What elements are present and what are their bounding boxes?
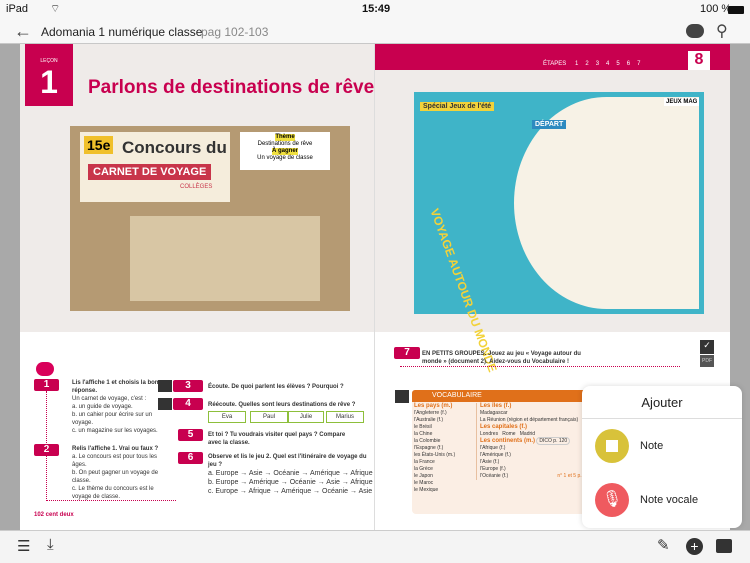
cloud-download-icon[interactable] [686,24,704,38]
exercise-3: Écoute. De quoi parlent les élèves ? Pou… [208,384,344,390]
poster-line1: Concours du [122,138,227,157]
clock: 15:49 [362,3,391,15]
exercise-7: EN PETITS GROUPES. Jouez au jeu « Voyage… [422,351,581,365]
lesson-number: 1 [40,64,58,100]
page-range: pag 102-103 [201,25,269,39]
exercise-number: 1 [34,379,59,391]
poster-line3: COLLÈGES [180,184,213,190]
microphone-icon: 🎙︎ [595,483,629,517]
exercise-4: Réécoute. Quelles sont leurs destination… [208,402,356,408]
pdf-icon[interactable]: PDF [700,355,714,367]
etapes-label: ÉTAPES [543,61,567,67]
name-tag: Marius [326,411,364,423]
search-icon[interactable]: ⚲ [716,21,728,41]
exercise-number: 6 [178,452,203,464]
exercise-5: Et toi ? Tu voudrais visiter quel pays ?… [208,432,346,446]
exercise-6: Observe et lis le jeu 2. Quel est l'itin… [208,454,373,495]
add-voice-note-button[interactable]: 🎙︎ Note vocale [582,481,742,521]
vocab-header: VOCABULAIRE [412,390,592,402]
exercise-number: 4 [173,398,203,410]
divider [582,418,742,419]
game-board[interactable]: Spécial Jeux de l'été JEUX MAG VOYAGE AU… [414,92,704,374]
vocab-right: Les îles (f.) Madagascar La Réunion (régi… [476,403,591,480]
dotted-guide [400,366,680,367]
voice-note-label: Note vocale [640,494,699,506]
lesson-badge: LEÇON 1 [25,44,73,106]
exercise-number: 3 [173,380,203,392]
download-icon[interactable]: ⤓ [47,536,54,553]
wifi-icon: ⌔ [50,3,61,15]
add-popover: Ajouter Note 🎙︎ Note vocale [582,386,742,528]
vocab-pays: Les pays (m.) l'Angleterre (f.) l'Austral… [414,403,456,493]
name-tag: Julie [288,411,324,423]
page-gutter [374,44,375,530]
pencil-icon[interactable]: ✎ [657,536,670,554]
top-toolbar: ← Adomania 1 numérique classe pag 102-10… [0,20,750,44]
audio-icon[interactable] [395,390,409,403]
note-icon [595,429,629,463]
exercise-number: 7 [394,347,420,359]
poster-sketches [130,216,320,301]
mascot-icon [36,362,54,376]
add-icon[interactable]: + [686,538,703,555]
note-label: Note [640,440,664,452]
audio-icon[interactable] [158,398,172,410]
etapes-list: 1234567 [575,61,648,67]
vocab-box: Les pays (m.) l'Angleterre (f.) l'Austral… [412,402,592,514]
game-badge: Spécial Jeux de l'été [420,102,495,111]
dotted-guide [46,391,176,501]
popover-title: Ajouter [641,395,683,410]
name-tag: Eva [208,411,246,423]
device-name: iPad [6,3,29,15]
poster-edition: 15e [84,136,114,154]
game-title: VOYAGE AUTOUR DU MONDE [427,206,500,374]
current-etape: 8 [688,51,710,70]
battery-text: 100 % [700,3,732,15]
archive-icon[interactable] [716,539,732,553]
audio-icon[interactable] [158,380,172,392]
lesson-title: Parlons de destinations de rêve [88,77,375,98]
contest-poster[interactable]: 15e Concours du CARNET DE VOYAGE COLLÈGE… [70,126,350,311]
list-icon[interactable]: ☰ [17,537,30,555]
poster-title-block: 15e Concours du CARNET DE VOYAGE COLLÈGE… [80,132,230,202]
mag-label: JEUX MAG [664,98,700,106]
etapes-banner: ÉTAPES 1234567 8 [375,44,730,70]
back-arrow-icon[interactable]: ← [14,21,32,42]
name-tag: Paul [250,411,288,423]
poster-line2: CARNET DE VOYAGE [88,164,212,180]
bottom-toolbar: ☰ ⤓ ✎ + [0,530,750,563]
exercise-number: 5 [178,429,203,441]
page-footer: 102 cent deux [34,512,74,518]
start-label: DÉPART [532,120,567,129]
book-title: Adomania 1 numérique classe [41,25,203,39]
checkmark-icon[interactable]: ✓ [700,340,714,354]
battery-icon [728,6,744,14]
poster-theme-tag: Thème Destinations de rêve À gagner Un v… [240,132,330,170]
add-note-button[interactable]: Note [582,426,742,466]
status-bar: iPad ⌔ 15:49 100 % [0,0,750,20]
